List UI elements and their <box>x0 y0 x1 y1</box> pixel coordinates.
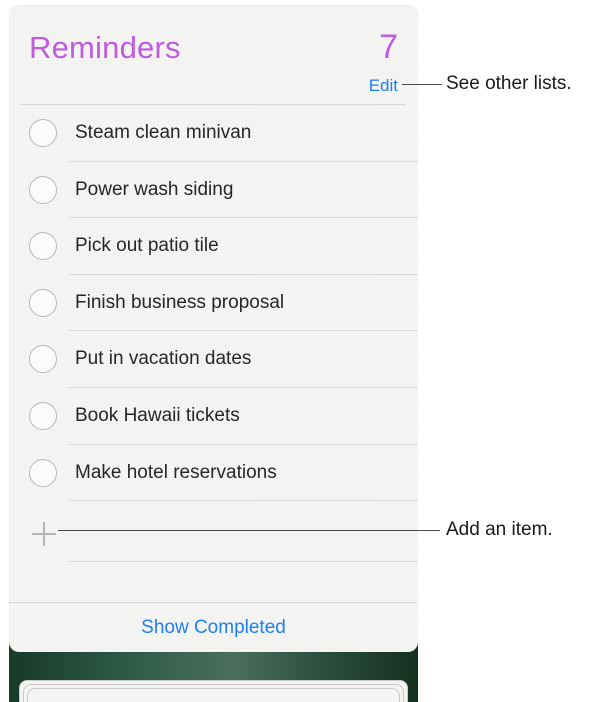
reminder-item[interactable]: Pick out patio tile <box>9 218 418 275</box>
plus-icon[interactable] <box>32 522 56 546</box>
reminder-label: Steam clean minivan <box>75 122 252 143</box>
reminder-item[interactable]: Steam clean minivan <box>9 105 418 162</box>
reminder-label: Power wash siding <box>75 178 234 200</box>
reminder-item[interactable]: Power wash siding <box>9 162 418 219</box>
reminder-label: Put in vacation dates <box>75 348 252 370</box>
checkbox-circle-icon[interactable] <box>29 175 57 204</box>
checkbox-circle-icon[interactable] <box>29 345 57 374</box>
stacked-list-card[interactable] <box>27 688 400 702</box>
reminder-list: Steam clean minivan Power wash siding Pi… <box>9 105 418 502</box>
list-title: Reminders <box>29 30 181 65</box>
checkbox-circle-icon[interactable] <box>29 232 57 261</box>
reminders-screen: Reminders 7 Edit Steam clean minivan Pow… <box>9 0 418 702</box>
show-completed-button[interactable]: Show Completed <box>9 617 418 639</box>
reminders-list-card: Reminders 7 Edit Steam clean minivan Pow… <box>9 6 418 652</box>
reminder-count: 7 <box>379 28 398 66</box>
reminder-item[interactable]: Finish business proposal <box>9 275 418 332</box>
reminder-item[interactable]: Make hotel reservations <box>9 445 418 502</box>
add-callout-text: Add an item. <box>446 519 553 540</box>
row-divider <box>69 500 418 502</box>
reminder-label: Finish business proposal <box>75 291 285 313</box>
checkbox-circle-icon[interactable] <box>29 288 57 317</box>
reminder-item[interactable]: Book Hawaii tickets <box>9 388 418 445</box>
reminder-item[interactable]: Put in vacation dates <box>9 331 418 388</box>
reminder-label: Make hotel reservations <box>75 461 277 483</box>
add-item-row[interactable] <box>9 506 418 562</box>
add-callout-line <box>58 530 440 531</box>
reminder-label: Pick out patio tile <box>75 235 219 257</box>
reminder-label: Book Hawaii tickets <box>75 404 240 426</box>
edit-callout-line <box>402 84 442 85</box>
row-divider <box>69 561 418 562</box>
edit-button[interactable]: Edit <box>369 76 398 96</box>
checkbox-circle-icon[interactable] <box>29 119 57 147</box>
edit-callout-text: See other lists. <box>446 73 572 94</box>
checkbox-circle-icon[interactable] <box>29 458 57 487</box>
checkbox-circle-icon[interactable] <box>29 401 57 430</box>
footer-divider <box>9 602 418 603</box>
